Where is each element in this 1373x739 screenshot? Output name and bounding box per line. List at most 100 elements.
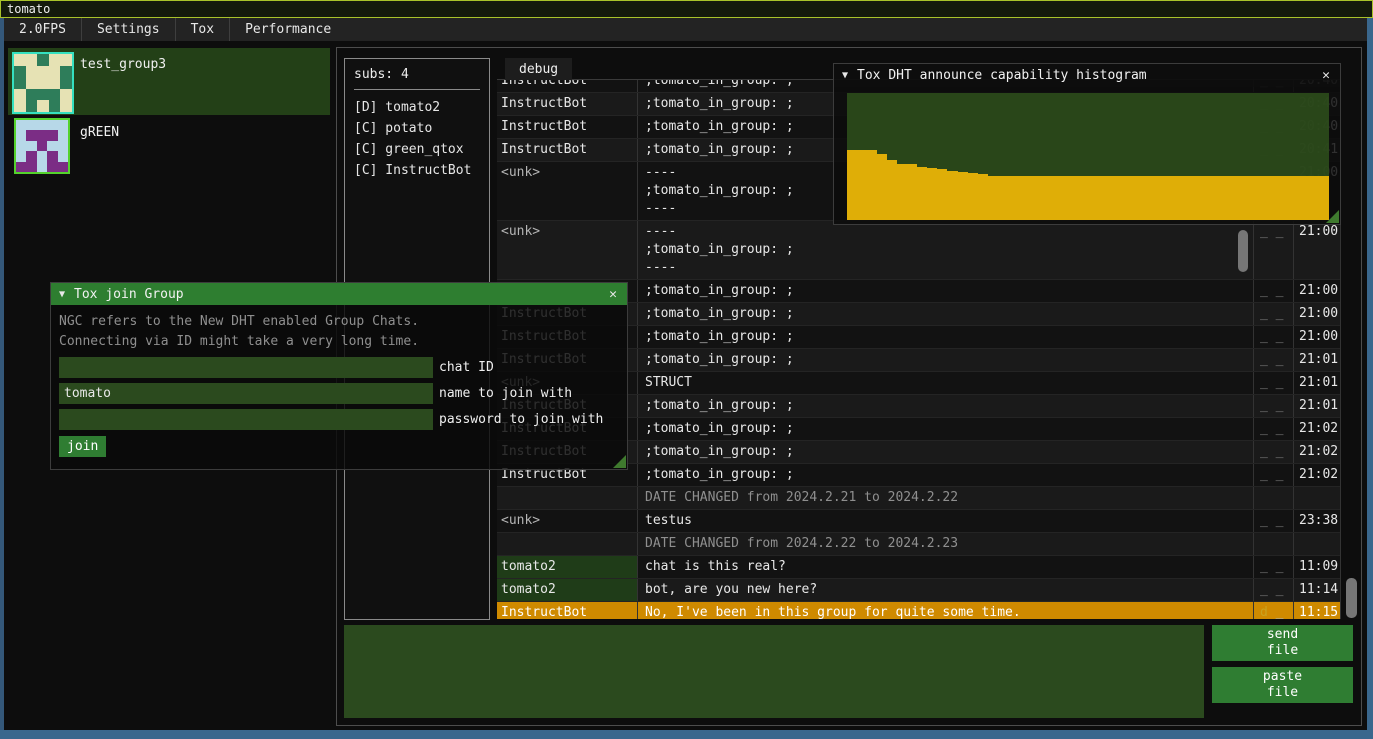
menu-item-settings[interactable]: Settings: [82, 18, 176, 41]
histogram-bar: [917, 167, 927, 220]
chat-row-status: [1253, 487, 1293, 509]
close-icon[interactable]: ✕: [1320, 68, 1332, 83]
join-button[interactable]: join: [59, 436, 106, 457]
member-item[interactable]: [C] potato: [354, 118, 480, 139]
chat-row-time: 21:01: [1293, 349, 1341, 371]
histogram-bar: [1038, 176, 1048, 220]
menu-item-tox[interactable]: Tox: [176, 18, 230, 41]
chat-row-message: ;tomato_in_group: ;: [637, 464, 1253, 486]
histogram-bar: [897, 164, 907, 220]
join-input-chat-ID[interactable]: [59, 357, 433, 378]
contact-name: test_group3: [80, 57, 166, 72]
join-field-row: tomatoname to join with: [59, 383, 619, 404]
resize-grip[interactable]: [613, 455, 626, 468]
resize-grip[interactable]: [1326, 210, 1339, 223]
histogram-bar: [1078, 176, 1088, 220]
histogram-bar: [1169, 176, 1179, 220]
message-input[interactable]: [344, 625, 1204, 718]
window-titlebar[interactable]: tomato: [0, 0, 1373, 18]
chat-row-status: _ _: [1253, 510, 1293, 532]
histogram-bar: [1179, 176, 1189, 220]
contact-name: gREEN: [80, 125, 119, 140]
fps-counter: 2.0FPS: [4, 18, 82, 41]
join-info-line: NGC refers to the New DHT enabled Group …: [59, 312, 619, 332]
histogram-bar: [857, 150, 867, 220]
chat-row[interactable]: DATE CHANGED from 2024.2.22 to 2024.2.23: [497, 533, 1340, 556]
chat-row-time: 11:14: [1293, 579, 1341, 601]
tab-debug[interactable]: debug: [505, 58, 572, 80]
histogram-titlebar[interactable]: ▼ Tox DHT announce capability histogram …: [834, 64, 1340, 87]
chat-row-name: InstructBot: [497, 139, 637, 161]
chat-row-name: <unk>: [497, 510, 637, 532]
chat-row-time: 21:00: [1293, 280, 1341, 302]
chat-row-name: [497, 533, 637, 555]
chat-row-name: tomato2: [497, 579, 637, 601]
histogram-bar: [958, 172, 968, 220]
join-input-name-to-join-with[interactable]: tomato: [59, 383, 433, 404]
chat-row-time: 21:00: [1293, 221, 1341, 279]
chat-row-name: <unk>: [497, 162, 637, 220]
chat-row-time: 21:00: [1293, 326, 1341, 348]
histogram-bar: [1289, 176, 1299, 220]
chat-row-time: 11:15: [1293, 602, 1341, 619]
chat-row-status: _ _: [1253, 441, 1293, 463]
close-icon[interactable]: ✕: [607, 287, 619, 302]
chat-row-message: bot, are you new here?: [637, 579, 1253, 601]
chat-row-status: _ _: [1253, 280, 1293, 302]
chat-row-status: _ _: [1253, 579, 1293, 601]
collapse-arrow-icon[interactable]: ▼: [842, 70, 848, 81]
histogram-plot[interactable]: [847, 93, 1329, 220]
join-field-row: chat ID: [59, 357, 619, 378]
histogram-bar: [1008, 176, 1018, 220]
join-input-password-to-join-with[interactable]: [59, 409, 433, 430]
histogram-bar: [1148, 176, 1158, 220]
histogram-bar: [988, 176, 998, 220]
chat-row[interactable]: DATE CHANGED from 2024.2.21 to 2024.2.22: [497, 487, 1340, 510]
contact-row-test_group3[interactable]: test_group3: [8, 48, 330, 115]
histogram-body: [834, 87, 1340, 224]
member-item[interactable]: [D] tomato2: [354, 97, 480, 118]
chat-row-message: ;tomato_in_group: ;: [637, 441, 1253, 463]
subs-title: subs: 4: [354, 67, 480, 82]
histogram-bar: [1068, 176, 1078, 220]
scrollbar-thumb[interactable]: [1238, 230, 1248, 272]
chat-row-message: ;tomato_in_group: ;: [637, 280, 1253, 302]
send-file-button[interactable]: send file: [1212, 625, 1353, 661]
contact-avatar: [14, 118, 70, 174]
chat-row-name: tomato2: [497, 556, 637, 578]
join-title: Tox join Group: [74, 287, 607, 302]
member-item[interactable]: [C] InstructBot: [354, 160, 480, 181]
histogram-bar: [1199, 176, 1209, 220]
chat-row-message: No, I've been in this group for quite so…: [637, 602, 1253, 619]
member-item[interactable]: [C] green_qtox: [354, 139, 480, 160]
paste-file-button[interactable]: paste file: [1212, 667, 1353, 703]
chat-row[interactable]: <unk>testus_ _23:38: [497, 510, 1340, 533]
histogram-bar: [968, 173, 978, 220]
subs-separator: [354, 89, 480, 90]
collapse-arrow-icon[interactable]: ▼: [59, 289, 65, 300]
menu-item-performance[interactable]: Performance: [230, 18, 346, 41]
chat-row[interactable]: <unk>---- ;tomato_in_group: ; ----_ _21:…: [497, 221, 1340, 280]
chat-row-time: 21:00: [1293, 303, 1341, 325]
window-border-left: [0, 18, 4, 731]
join-body: NGC refers to the New DHT enabled Group …: [51, 305, 627, 469]
chat-row-status: _ _: [1253, 395, 1293, 417]
chat-row-time: 21:02: [1293, 418, 1341, 440]
histogram-bar: [1249, 176, 1259, 220]
chat-row[interactable]: InstructBotNo, I've been in this group f…: [497, 602, 1340, 619]
chat-row[interactable]: tomato2bot, are you new here?_ _11:14: [497, 579, 1340, 602]
histogram-bar: [1239, 176, 1249, 220]
scrollbar-thumb[interactable]: [1346, 578, 1357, 618]
chat-row-message: DATE CHANGED from 2024.2.21 to 2024.2.22: [637, 487, 1253, 509]
chat-row-message: DATE CHANGED from 2024.2.22 to 2024.2.23: [637, 533, 1253, 555]
contact-row-gREEN[interactable]: gREEN: [8, 116, 330, 178]
chat-row-name: InstructBot: [497, 93, 637, 115]
histogram-bar: [1028, 176, 1038, 220]
join-group-window: ▼ Tox join Group ✕ NGC refers to the New…: [50, 282, 628, 470]
member-list: [D] tomato2[C] potato[C] green_qtox[C] I…: [354, 97, 480, 181]
chat-row[interactable]: tomato2chat is this real?_ _11:09: [497, 556, 1340, 579]
chat-row-message: STRUCT: [637, 372, 1253, 394]
join-titlebar[interactable]: ▼ Tox join Group ✕: [51, 283, 627, 305]
chat-row-status: _ _: [1253, 556, 1293, 578]
chat-row-time: 23:38: [1293, 510, 1341, 532]
